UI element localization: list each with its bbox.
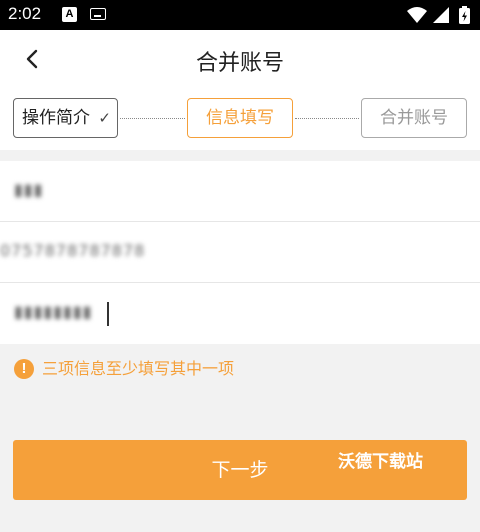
step-indicator: 操作简介 ✓ 信息填写 合并账号 <box>0 88 480 150</box>
app-bar: 合并账号 <box>0 30 480 88</box>
field-value: ▮▮▮ <box>14 180 44 199</box>
step-label: 操作简介 <box>22 108 90 128</box>
field-value: ▮▮▮▮▮▮▮▮ <box>14 302 93 321</box>
step-label: 合并账号 <box>380 108 448 128</box>
text-cursor <box>107 302 109 326</box>
hint-text: 三项信息至少填写其中一项 <box>42 359 235 378</box>
notification-a-icon: A <box>62 7 77 22</box>
name-field[interactable]: ▮▮▮ <box>0 161 480 222</box>
checkmark-icon: ✓ <box>98 109 111 127</box>
id-field[interactable]: ▮▮▮▮▮▮▮▮ <box>0 283 480 344</box>
step-fill-info: 信息填写 <box>187 98 293 138</box>
page-title: 合并账号 <box>195 51 284 76</box>
field-value: 0757878787878 <box>0 241 146 260</box>
step-intro: 操作简介 ✓ <box>13 98 118 138</box>
status-time: 2:02 <box>8 4 42 23</box>
step-connector <box>120 118 185 119</box>
step-connector <box>295 118 359 119</box>
wifi-icon <box>407 7 427 23</box>
battery-icon <box>459 6 470 24</box>
status-icons <box>407 6 470 24</box>
step-label: 信息填写 <box>206 108 274 128</box>
account-form: ▮▮▮ 0757878787878 ▮▮▮▮▮▮▮▮ <box>0 161 480 344</box>
keyboard-icon <box>90 8 106 20</box>
step-merge: 合并账号 <box>361 98 467 138</box>
signal-icon <box>433 7 449 23</box>
phone-field[interactable]: 0757878787878 <box>0 222 480 283</box>
status-bar: 2:02 A <box>0 0 480 30</box>
watermark: 沃德下载站 <box>338 452 423 472</box>
warning-icon: ! <box>14 359 34 379</box>
